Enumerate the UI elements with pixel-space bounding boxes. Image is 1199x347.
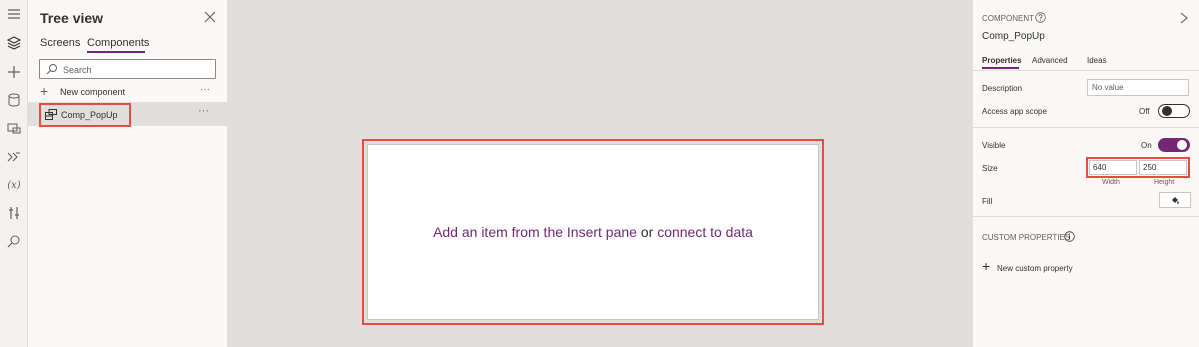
access-app-scope-label: Access app scope bbox=[982, 107, 1047, 116]
close-icon[interactable] bbox=[203, 10, 217, 24]
component-label: Comp_PopUp bbox=[61, 110, 118, 120]
toggle-knob bbox=[1177, 140, 1187, 150]
help-icon[interactable] bbox=[1035, 12, 1046, 23]
info-icon[interactable] bbox=[1064, 231, 1075, 242]
variables-icon-label: (x) bbox=[7, 179, 21, 191]
paint-bucket-icon bbox=[1172, 197, 1179, 204]
tree-view-panel: Tree view Screens Components + New compo… bbox=[28, 0, 228, 347]
more-options-icon[interactable]: ··· bbox=[200, 84, 210, 95]
height-caption: Height bbox=[1154, 179, 1175, 186]
more-options-icon[interactable]: ··· bbox=[198, 105, 209, 117]
power-automate-icon[interactable] bbox=[4, 147, 24, 167]
hamburger-menu-icon[interactable] bbox=[4, 4, 24, 24]
custom-properties-header: CUSTOM PROPERTIES bbox=[982, 233, 1071, 242]
search-box[interactable] bbox=[39, 59, 216, 79]
new-custom-property-label: New custom property bbox=[997, 264, 1073, 273]
left-rail: (x) bbox=[0, 0, 28, 347]
plus-icon: + bbox=[982, 258, 991, 274]
fill-color-button[interactable] bbox=[1159, 192, 1191, 208]
visible-label: Visible bbox=[982, 141, 1006, 150]
tab-properties[interactable]: Properties bbox=[982, 56, 1022, 65]
or-text: or bbox=[640, 224, 654, 240]
new-custom-property-button[interactable]: + New custom property bbox=[982, 258, 1102, 275]
advanced-tools-icon[interactable] bbox=[4, 203, 24, 223]
power-apps-studio: (x) Tree view Screens Components + New c… bbox=[0, 0, 1199, 347]
visible-state: On bbox=[1141, 141, 1152, 150]
tab-ideas[interactable]: Ideas bbox=[1087, 56, 1107, 65]
description-label: Description bbox=[982, 84, 1023, 93]
fill-label: Fill bbox=[982, 197, 993, 206]
media-icon[interactable] bbox=[4, 118, 24, 138]
active-tab-indicator bbox=[87, 51, 145, 53]
search-icon[interactable] bbox=[4, 231, 24, 251]
properties-kind-label: COMPONENT bbox=[982, 14, 1034, 23]
access-app-scope-state: Off bbox=[1139, 107, 1150, 116]
empty-canvas-message: Add an item from the Insert pane or conn… bbox=[433, 224, 753, 240]
connect-data-link[interactable]: connect to data bbox=[657, 224, 753, 240]
component-frame-highlight: Add an item from the Insert pane or conn… bbox=[362, 139, 824, 325]
component-icon bbox=[45, 109, 57, 120]
component-canvas[interactable]: Add an item from the Insert pane or conn… bbox=[367, 144, 819, 320]
new-component-button[interactable]: + New component ··· bbox=[40, 84, 216, 100]
properties-pane: COMPONENT Comp_PopUp Properties Advanced… bbox=[972, 0, 1199, 347]
divider bbox=[973, 127, 1199, 128]
tab-screens[interactable]: Screens bbox=[40, 37, 80, 49]
width-caption: Width bbox=[1102, 179, 1120, 186]
width-field[interactable] bbox=[1089, 160, 1137, 175]
new-component-label: New component bbox=[60, 87, 126, 97]
size-label: Size bbox=[982, 164, 998, 173]
component-name: Comp_PopUp bbox=[982, 31, 1045, 42]
access-app-scope-toggle[interactable] bbox=[1158, 104, 1190, 118]
description-field[interactable] bbox=[1087, 79, 1189, 96]
toggle-knob bbox=[1162, 106, 1172, 116]
chevron-right-icon[interactable] bbox=[1179, 12, 1189, 24]
insert-pane-link[interactable]: Add an item from the Insert pane bbox=[433, 224, 637, 240]
height-field[interactable] bbox=[1139, 160, 1187, 175]
divider bbox=[973, 216, 1199, 217]
component-item-comp-popup[interactable]: Comp_PopUp ··· bbox=[28, 102, 227, 127]
tab-components[interactable]: Components bbox=[87, 37, 149, 49]
active-tab-indicator bbox=[982, 67, 1019, 69]
insert-plus-icon[interactable] bbox=[4, 62, 24, 82]
tree-view-title: Tree view bbox=[40, 10, 104, 26]
search-icon bbox=[46, 64, 57, 75]
plus-icon: + bbox=[40, 83, 49, 99]
search-input[interactable] bbox=[63, 62, 213, 77]
visible-toggle[interactable] bbox=[1158, 138, 1190, 152]
data-icon[interactable] bbox=[4, 90, 24, 110]
tab-advanced[interactable]: Advanced bbox=[1032, 56, 1068, 65]
design-canvas[interactable]: Add an item from the Insert pane or conn… bbox=[228, 0, 972, 347]
variables-icon[interactable]: (x) bbox=[4, 175, 24, 195]
tree-view-icon[interactable] bbox=[4, 33, 24, 53]
divider bbox=[973, 70, 1199, 71]
